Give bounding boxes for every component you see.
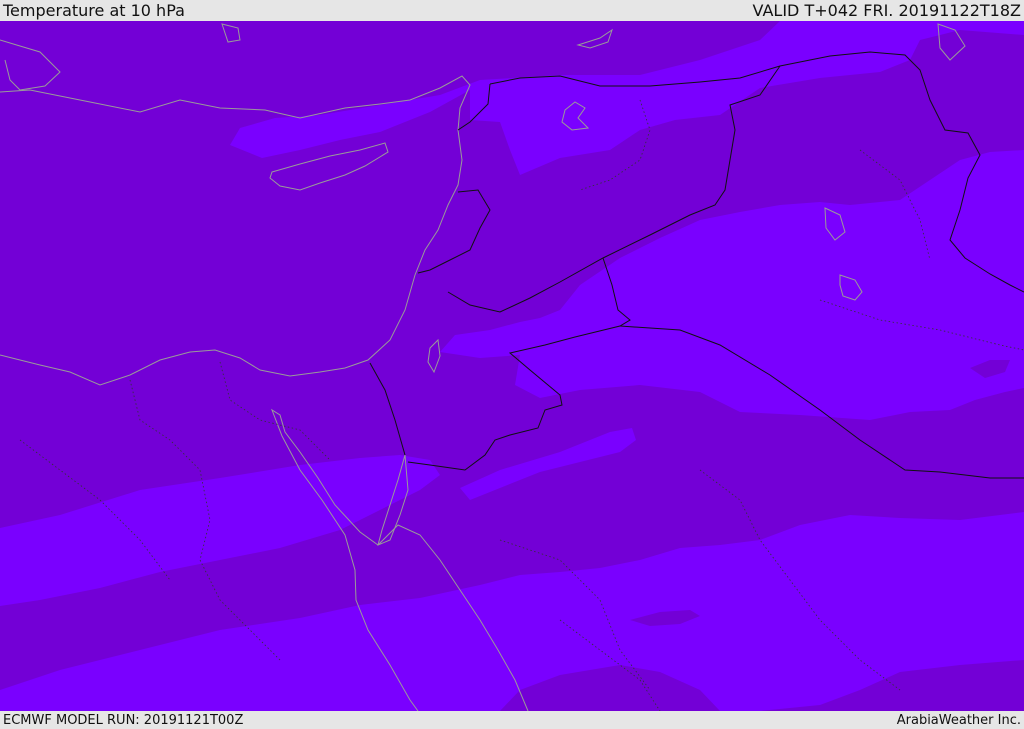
footer-bar: ECMWF MODEL RUN: 20191121T00Z ArabiaWeat… [0,711,1024,729]
valid-time: VALID T+042 FRI. 20191122T18Z [752,1,1021,20]
title-bar: Temperature at 10 hPa VALID T+042 FRI. 2… [0,0,1024,21]
model-run: ECMWF MODEL RUN: 20191121T00Z [3,712,244,728]
credit: ArabiaWeather Inc. [896,712,1021,728]
temperature-map [0,21,1024,711]
map-panel [0,21,1024,711]
map-title: Temperature at 10 hPa [3,1,185,20]
